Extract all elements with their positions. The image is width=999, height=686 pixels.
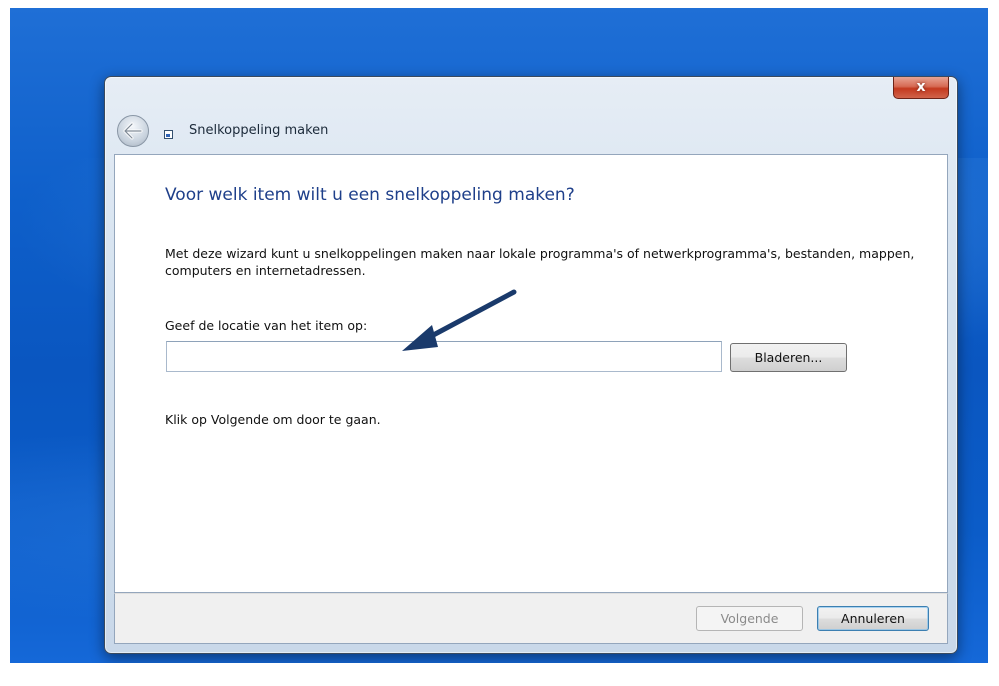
shortcut-icon xyxy=(164,130,173,139)
window-title: Snelkoppeling maken xyxy=(189,123,329,138)
shortcut-wizard-window: x Snelkoppeling maken Voor welk item wil… xyxy=(104,76,958,654)
annotation-arrow-icon xyxy=(402,289,517,351)
next-button[interactable]: Volgende xyxy=(696,606,803,631)
page-title: Voor welk item wilt u een snelkoppeling … xyxy=(165,185,575,205)
wizard-footer: Volgende Annuleren xyxy=(114,593,948,644)
browse-button[interactable]: Bladeren... xyxy=(730,343,847,372)
close-icon: x xyxy=(916,79,926,95)
back-button[interactable] xyxy=(117,115,149,147)
continue-instruction: Klik op Volgende om door te gaan. xyxy=(165,412,381,427)
cancel-button[interactable]: Annuleren xyxy=(817,606,929,631)
wizard-content: Voor welk item wilt u een snelkoppeling … xyxy=(114,154,948,593)
location-label: Geef de locatie van het item op: xyxy=(165,318,368,333)
back-arrow-icon xyxy=(123,122,143,140)
wizard-description: Met deze wizard kunt u snelkoppelingen m… xyxy=(165,246,915,278)
close-button[interactable]: x xyxy=(893,77,949,99)
